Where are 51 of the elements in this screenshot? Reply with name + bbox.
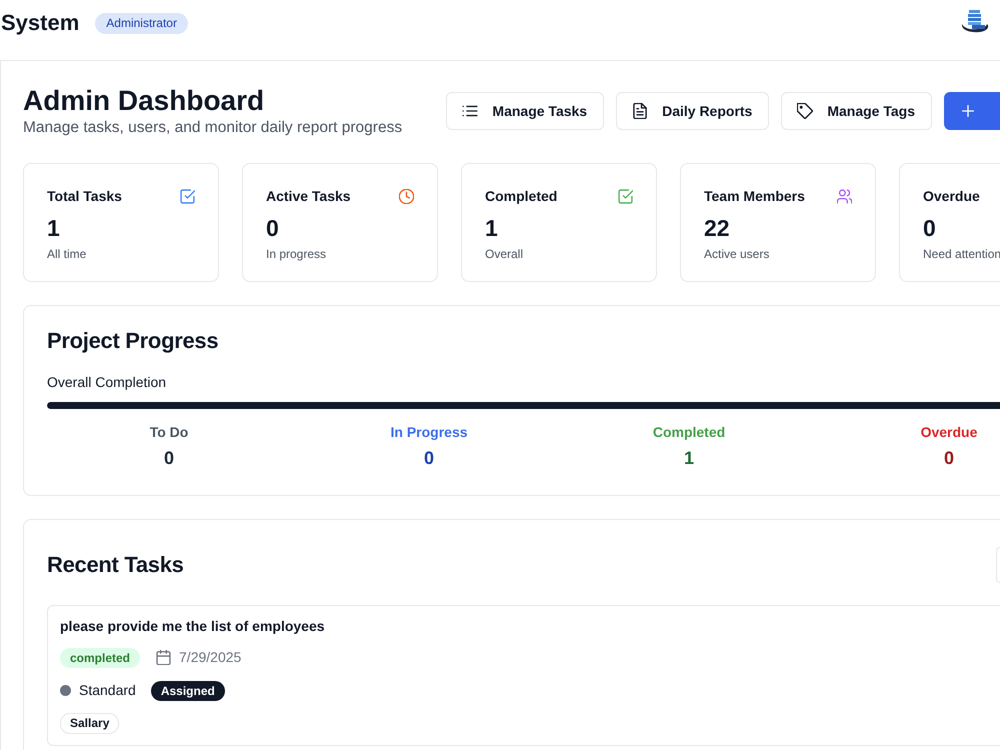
checkbox-icon [180,188,195,204]
app-title: System [1,9,80,37]
stat-caption: Need attention [923,247,1000,261]
count-value: 1 [684,447,694,470]
stat-value: 22 [704,214,731,242]
stat-value: 0 [266,214,280,242]
create-button[interactable] [944,92,1000,130]
count-value: 0 [164,447,174,470]
document-icon [632,103,648,119]
stat-caption: Active users [704,247,770,261]
checkbox-icon [618,188,633,204]
count-label: Overdue [920,423,978,442]
page-subtitle: Manage tasks, users, and monitor daily report progress [23,118,402,138]
progress-label: Overall Completion [47,373,168,392]
daily-reports-button[interactable]: Daily Reports [616,92,770,130]
stat-value: 0 [923,214,937,242]
logo-icon [960,8,990,34]
stat-title: Completed [485,187,558,206]
priority-label: Standard [79,681,136,700]
count-label: In Progress [390,423,468,442]
calendar-icon [156,650,172,665]
count-value: 0 [944,447,954,470]
section-title: Project Progress [47,327,220,355]
assigned-badge: Assigned [150,680,225,700]
task-item[interactable]: please provide me the list of employees completed 7/29/2025 Standard Assigned Sallary [47,605,1000,746]
manage-tags-button[interactable]: Manage Tags [781,92,932,130]
stat-caption: All time [47,247,86,261]
tag-icon [797,103,814,119]
stat-title: Total Tasks [47,187,122,206]
stat-caption: Overall [485,247,524,261]
task-title: please provide me the list of employees [60,617,326,636]
role-badge: Administrator [95,12,188,34]
count-value: 0 [424,447,434,470]
stat-value: 1 [47,214,61,242]
manage-tasks-button[interactable]: Manage Tasks [446,92,604,130]
stat-caption: In progress [266,247,326,261]
stat-title: Active Tasks [266,187,351,206]
task-date: 7/29/2025 [179,648,242,667]
count-label: Completed [652,423,726,442]
list-icon [462,103,478,119]
users-icon [837,188,852,204]
section-title: Recent Tasks [47,551,184,579]
plus-icon [960,103,976,119]
stat-value: 1 [485,214,499,242]
tag-label: Sallary [60,713,120,734]
page-title: Admin Dashboard [23,84,266,118]
stat-title: Team Members [704,187,805,206]
stat-title: Overdue [923,187,980,206]
clock-icon [399,188,414,204]
status-badge: completed [60,648,140,668]
count-label: To Do [150,423,188,442]
